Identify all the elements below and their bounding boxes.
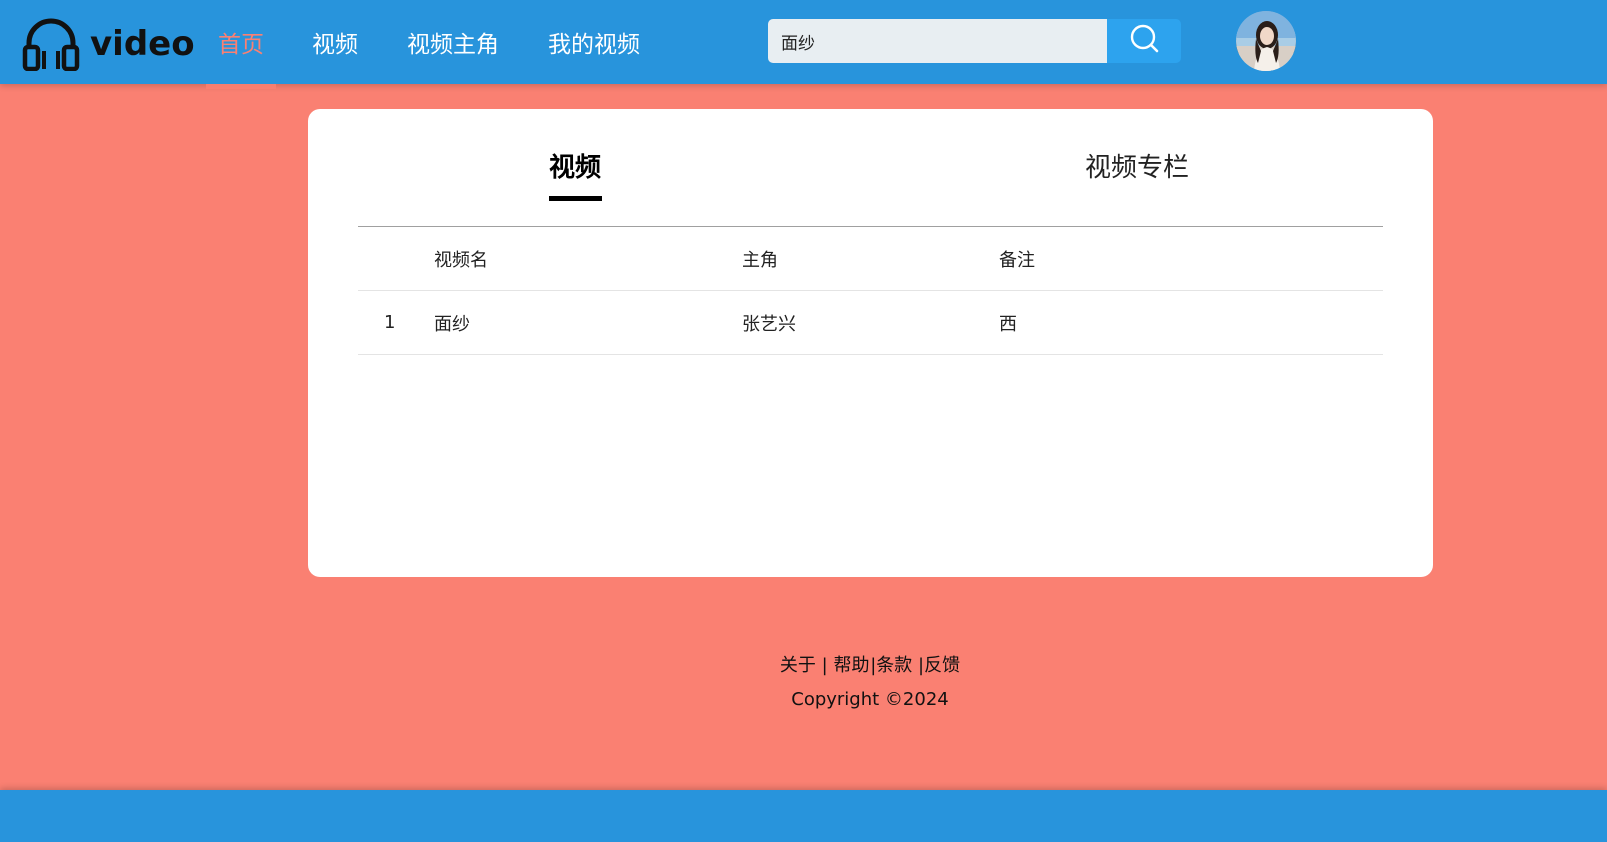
footer-separator: | <box>821 655 828 676</box>
column-header-video-name: 视频名 <box>434 249 488 271</box>
table-row[interactable]: 1 面纱 张艺兴 西 <box>358 291 1383 355</box>
nav-item-my-videos[interactable]: 我的视频 <box>548 0 640 84</box>
avatar-image <box>1236 11 1296 71</box>
logo[interactable]: video <box>22 13 195 75</box>
active-nav-indicator <box>206 84 276 89</box>
logo-text: video <box>90 24 195 64</box>
row-video-name[interactable]: 面纱 <box>434 291 470 354</box>
row-index: 1 <box>384 312 396 333</box>
nav-item-video-stars[interactable]: 视频主角 <box>407 0 499 84</box>
avatar[interactable] <box>1236 11 1296 71</box>
top-navbar: video 首页 视频 视频主角 我的视频 <box>0 0 1607 84</box>
row-remark: 西 <box>999 313 1017 335</box>
table-header-row: 视频名 主角 备注 <box>358 227 1383 291</box>
search-button[interactable] <box>1107 19 1181 63</box>
nav-item-home[interactable]: 首页 <box>218 0 264 84</box>
column-header-star: 主角 <box>742 249 778 271</box>
search-input[interactable] <box>768 19 1107 63</box>
footer-links: 关于 | 帮助 |条款 |反馈 <box>0 651 1607 677</box>
search-results-card: 视频 视频专栏 视频名 主角 备注 1 面纱 张艺兴 西 <box>308 109 1433 577</box>
column-header-remark: 备注 <box>999 249 1035 271</box>
footer-link-feedback[interactable]: 反馈 <box>924 655 960 676</box>
footer-link-help[interactable]: 帮助 <box>833 655 869 676</box>
row-star: 张艺兴 <box>742 313 796 335</box>
active-tab-indicator <box>549 196 602 201</box>
tab-video-columns[interactable]: 视频专栏 <box>1085 147 1189 184</box>
bottom-bar <box>0 790 1607 842</box>
search-icon <box>1128 23 1160 59</box>
footer-link-terms[interactable]: 条款 <box>876 655 912 676</box>
tab-videos[interactable]: 视频 <box>549 147 601 184</box>
copyright: Copyright ©2024 <box>791 689 949 710</box>
footer-link-about[interactable]: 关于 <box>780 655 816 676</box>
nav-item-videos[interactable]: 视频 <box>312 0 358 84</box>
headphones-icon <box>22 13 80 75</box>
